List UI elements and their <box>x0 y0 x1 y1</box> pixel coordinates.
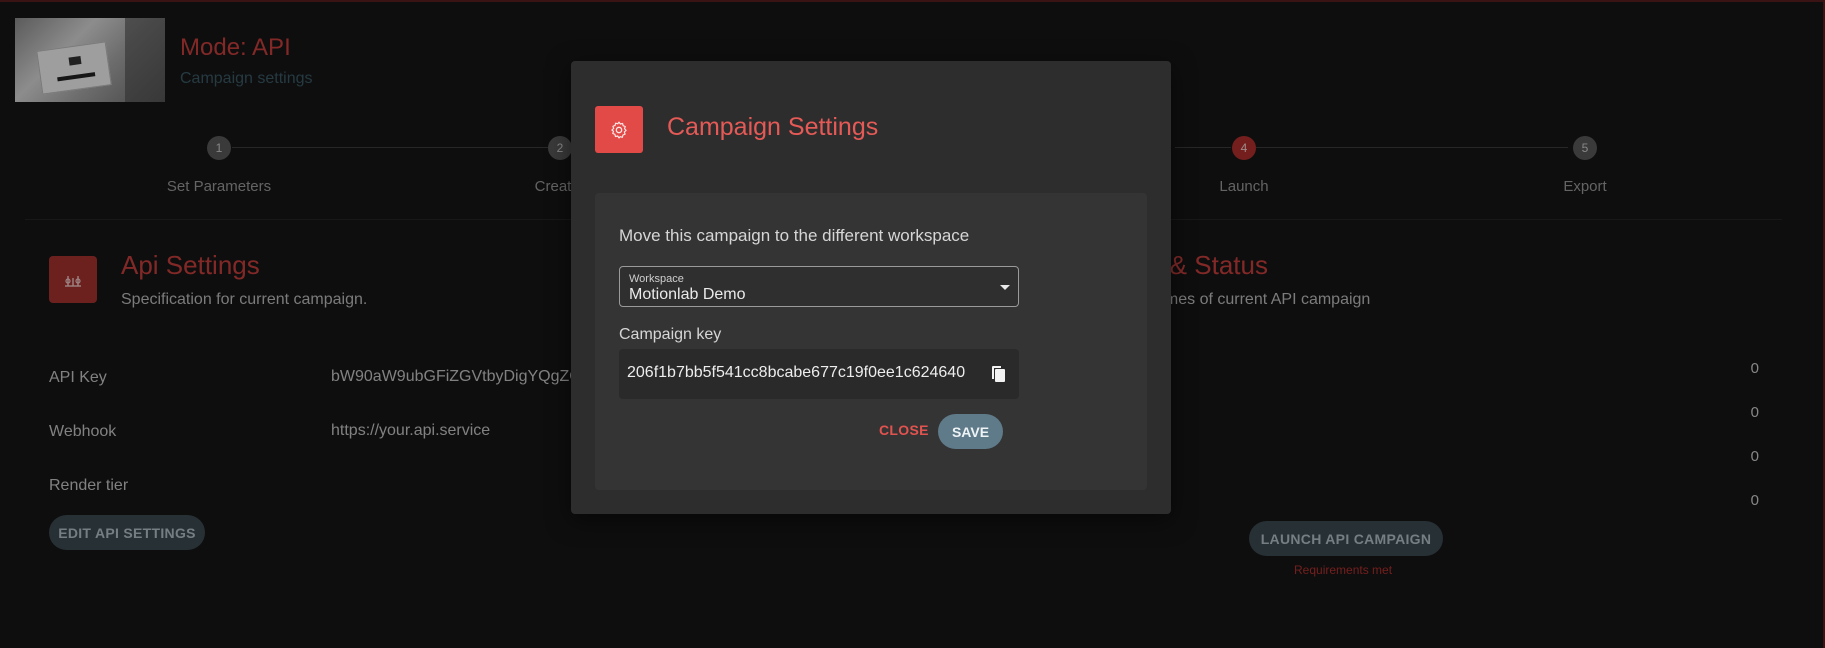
copy-icon[interactable] <box>989 363 1009 385</box>
campaign-key-value[interactable]: 206f1b7bb5f541cc8bcabe677c19f0ee1c624640 <box>627 364 975 382</box>
workspace-select-value: Motionlab Demo <box>629 286 746 303</box>
dropdown-caret-icon[interactable] <box>1000 285 1010 290</box>
campaign-key-field[interactable]: 206f1b7bb5f541cc8bcabe677c19f0ee1c624640 <box>619 349 1019 399</box>
modal-title: Campaign Settings <box>667 113 879 141</box>
move-workspace-text: Move this campaign to the different work… <box>619 226 970 245</box>
gear-icon <box>595 106 643 153</box>
workspace-select-label: Workspace <box>629 273 684 285</box>
workspace-select[interactable]: Workspace Motionlab Demo <box>619 266 1019 307</box>
close-button[interactable]: CLOSE <box>879 422 929 438</box>
campaign-key-label: Campaign key <box>619 326 722 343</box>
save-button[interactable]: SAVE <box>938 414 1003 449</box>
campaign-settings-modal: Campaign Settings Move this campaign to … <box>571 61 1171 514</box>
modal-content-card: Move this campaign to the different work… <box>595 193 1147 490</box>
